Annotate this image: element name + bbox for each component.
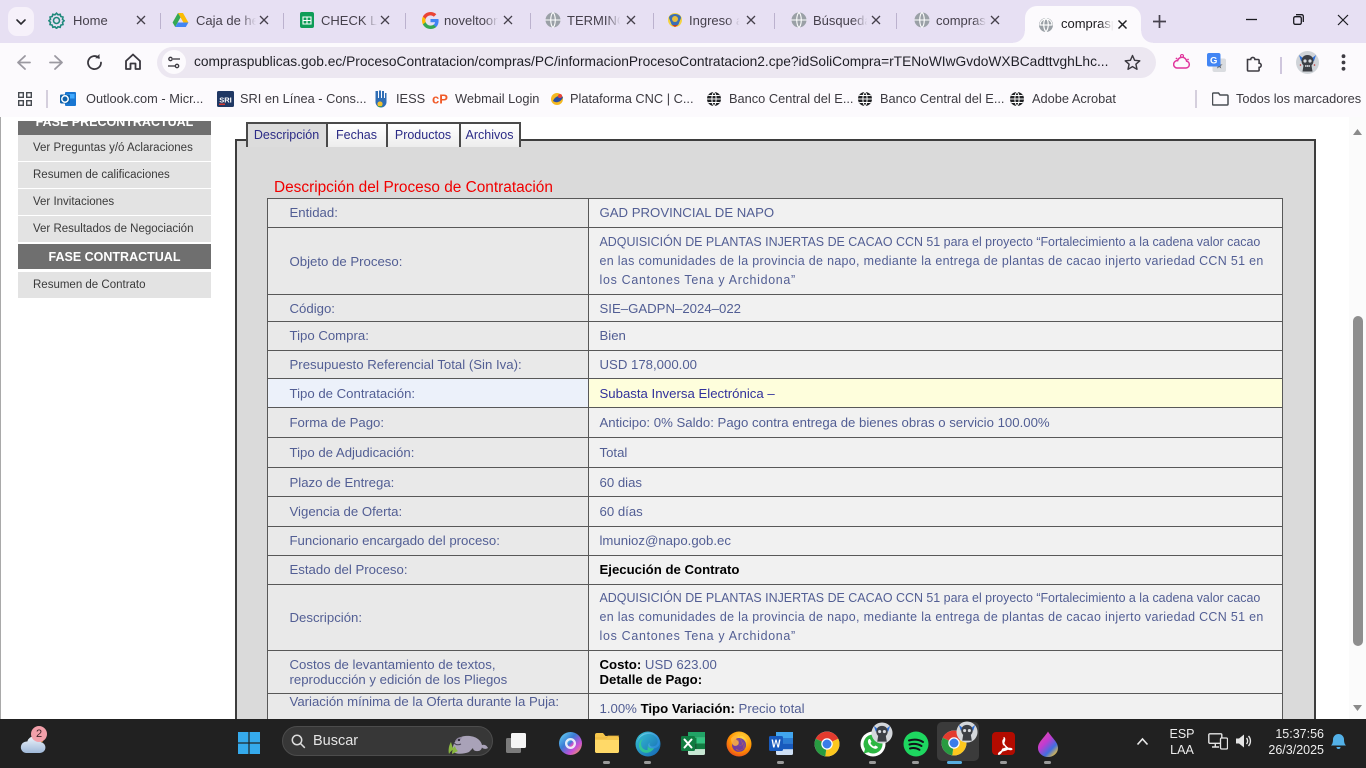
svg-text:cP: cP [432, 92, 448, 106]
svg-text:SRI: SRI [219, 96, 232, 105]
svg-text:G: G [1210, 55, 1217, 66]
